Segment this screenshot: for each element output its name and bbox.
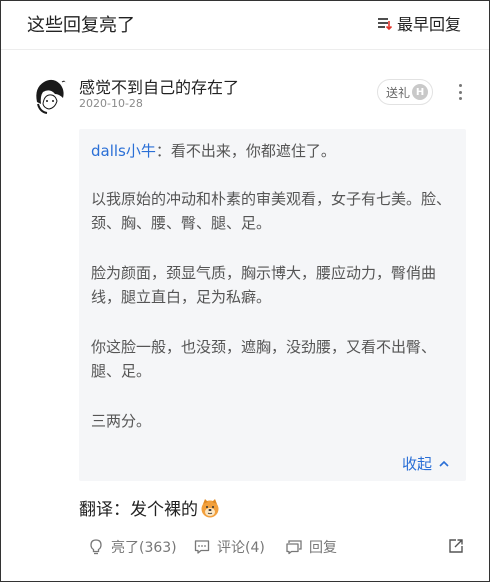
gift-badge-icon: H [412, 84, 428, 100]
lightbulb-icon [90, 539, 102, 555]
quote-first-line: dalls小牛：看不出来，你都遮住了。 [91, 139, 456, 163]
reply-button[interactable]: 回复 [285, 537, 337, 557]
sort-button[interactable]: 最早回复 [377, 11, 461, 35]
mention-link[interactable]: dalls小牛 [91, 142, 156, 160]
quoted-comment: dalls小牛：看不出来，你都遮住了。 以我原始的冲动和朴素的审美观看，女子有七… [79, 129, 466, 481]
quote-paragraph: 你这脸一般，也没颈，遮胸，没劲腰，又看不出臀、腿、足。 [91, 338, 437, 380]
user-avatar[interactable] [28, 74, 70, 116]
more-options-icon[interactable] [453, 81, 467, 103]
comment-button[interactable]: 评论(4) [193, 537, 265, 557]
screen: 这些回复亮了 最早回复 感觉不到自己的存在了 2020-10-28 送礼 H d… [0, 0, 490, 582]
comment-actions: 亮了(363) 评论(4) 回复 [87, 537, 469, 563]
quote-paragraph: 脸为颜面，颈显气质，胸示博大，腰应动力，臀俏曲线，腿立直白，足为私癖。 [91, 264, 437, 306]
comment-date: 2020-10-28 [79, 97, 143, 110]
like-button[interactable]: 亮了(363) [87, 537, 177, 557]
share-icon [449, 539, 463, 553]
sort-label: 最早回复 [396, 15, 461, 34]
like-label: 亮了(363) [111, 540, 177, 556]
chevron-up-icon [439, 460, 449, 467]
header-divider [1, 49, 489, 50]
sort-icon [377, 18, 393, 31]
section-header: 这些回复亮了 最早回复 [1, 1, 489, 43]
gift-label: 送礼 [386, 85, 411, 100]
doge-emoji-icon [201, 498, 219, 517]
share-button[interactable] [447, 537, 465, 555]
section-title: 这些回复亮了 [27, 15, 135, 36]
dot-icon [458, 84, 462, 87]
quote-paragraph: 三两分。 [91, 412, 152, 430]
comment-label: 评论(4) [217, 540, 265, 556]
comment-username[interactable]: 感觉不到自己的存在了 [79, 74, 239, 98]
quote-mention-text: ：看不出来，你都遮住了。 [155, 142, 336, 160]
gift-button[interactable]: 送礼 H [377, 79, 433, 105]
comment-text: 翻译：发个裸的 [79, 500, 198, 520]
comment-body: 翻译：发个裸的 [79, 495, 220, 520]
reply-label: 回复 [309, 540, 337, 556]
dot-icon [458, 97, 462, 100]
comment-icon [194, 540, 210, 554]
collapse-label: 收起 [401, 455, 432, 473]
collapse-button[interactable]: 收起 [402, 453, 450, 474]
dot-icon [458, 90, 462, 94]
quote-paragraph: 以我原始的冲动和朴素的审美观看，女子有七美。脸、颈、胸、腰、臀、腿、足。 [91, 190, 452, 232]
reply-icon [286, 540, 302, 555]
